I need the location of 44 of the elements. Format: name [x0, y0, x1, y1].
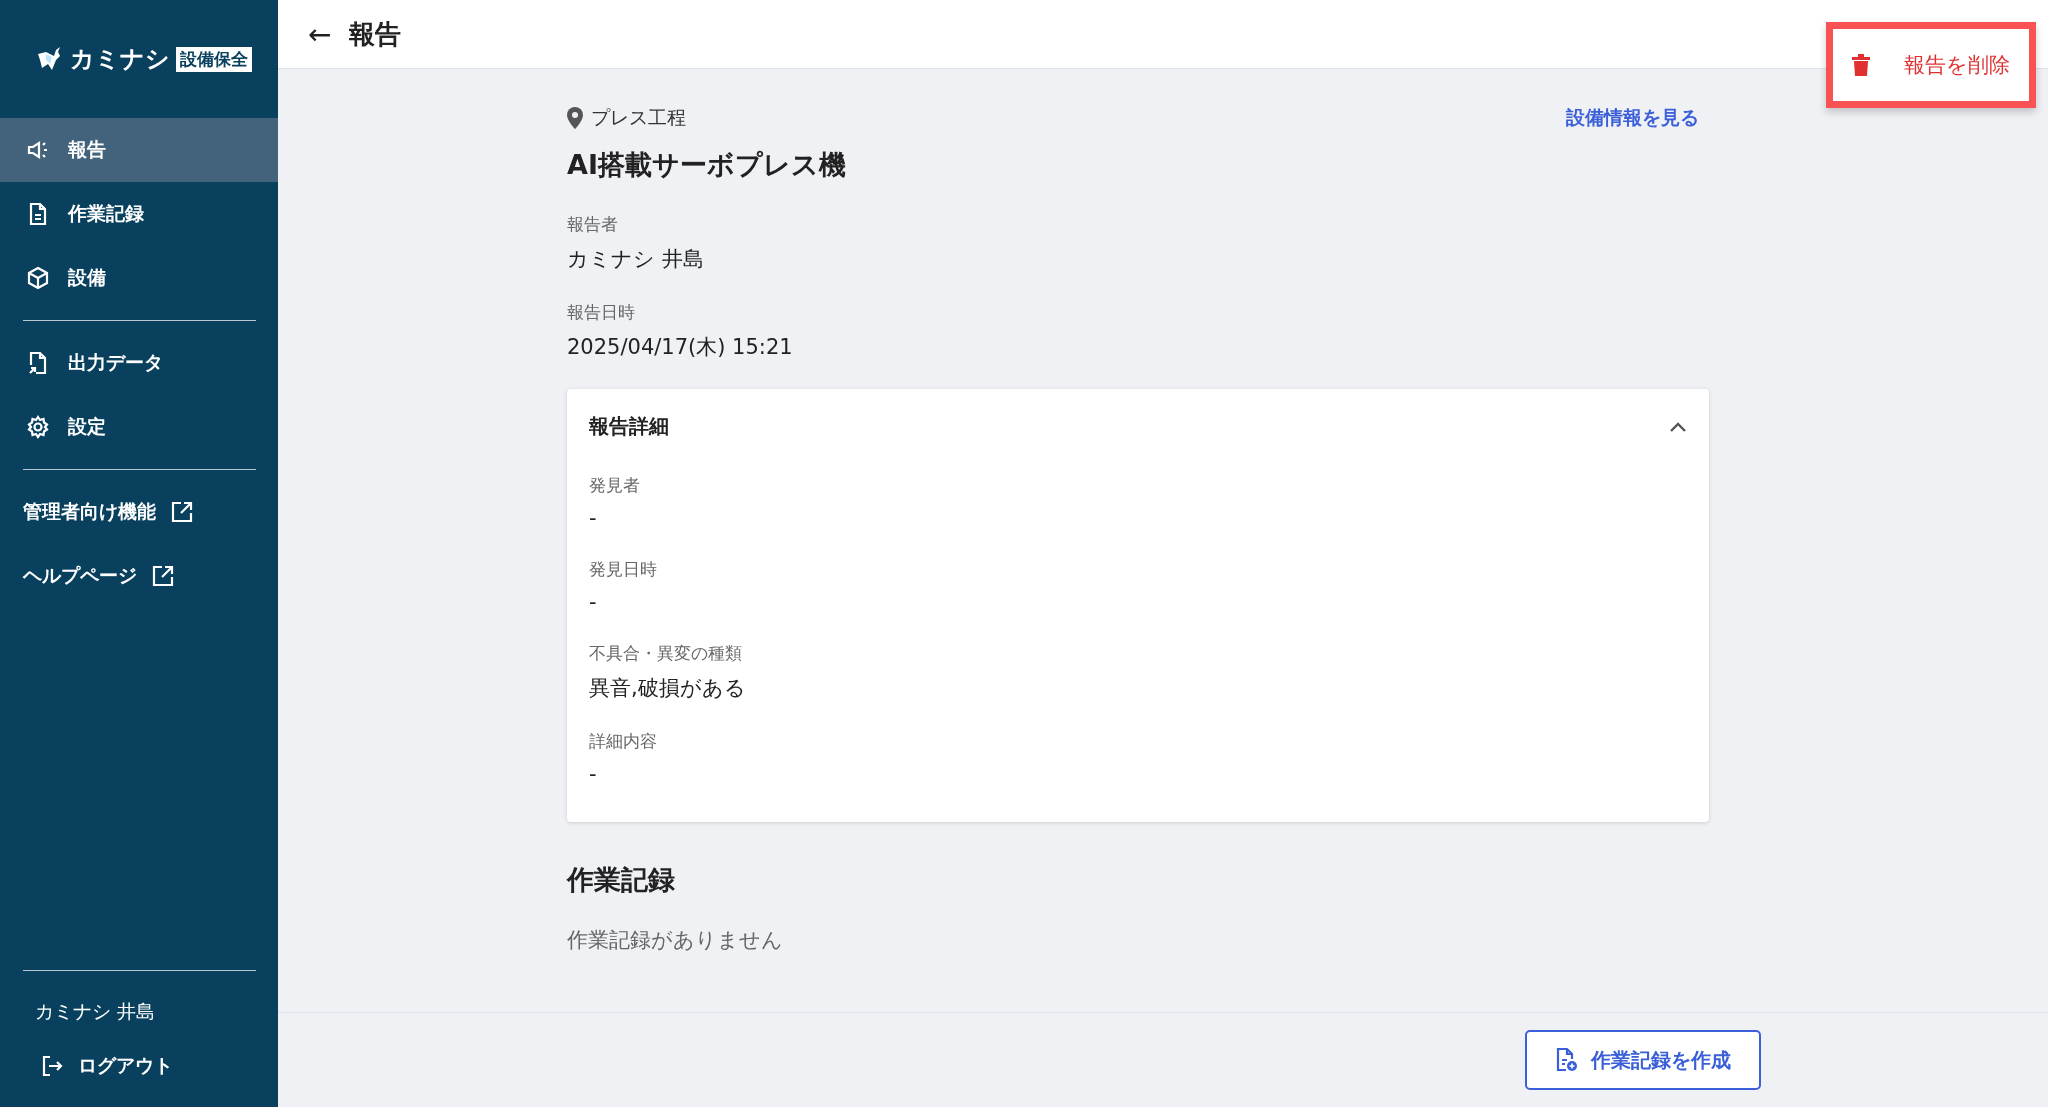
megaphone-icon	[26, 138, 50, 162]
field-label: 発見日時	[589, 558, 658, 581]
field-label: 不具合・異変の種類	[589, 642, 743, 665]
sidebar-item[interactable]: 出力データ	[0, 331, 278, 395]
equipment-info-link[interactable]: 設備情報を見る	[1566, 105, 1699, 131]
section-heading: 作業記録	[567, 863, 676, 897]
external-link-icon	[151, 564, 175, 588]
trash-icon	[1852, 54, 1870, 76]
back-button[interactable]: ←	[300, 17, 340, 51]
logo-text: カミナシ	[70, 44, 170, 75]
sidebar-link[interactable]: 管理者向け機能	[0, 480, 278, 544]
sidebar-item[interactable]: 報告	[0, 118, 278, 182]
card-title: 報告詳細	[589, 413, 669, 440]
page-title: 報告	[349, 17, 402, 51]
create-work-record-button[interactable]: 作業記録を作成	[1525, 1030, 1761, 1090]
field-value: -	[589, 506, 598, 530]
sidebar-item[interactable]: 設備	[0, 246, 278, 310]
cube-icon	[26, 266, 50, 290]
file-add-icon	[1555, 1047, 1579, 1073]
collapse-toggle[interactable]	[1669, 420, 1687, 433]
field-label: 報告者	[567, 213, 619, 236]
logout-link[interactable]: ログアウト	[0, 1043, 278, 1089]
field-label: 発見者	[589, 474, 641, 497]
field-value: -	[589, 590, 598, 614]
field-value: カミナシ 井島	[567, 246, 705, 273]
sidebar-link[interactable]: ヘルプページ	[0, 544, 278, 608]
location-pin-icon	[567, 107, 583, 129]
product-badge: 設備保全	[176, 46, 252, 72]
field-value: 異音,破損がある	[589, 675, 747, 702]
empty-message: 作業記録がありません	[567, 927, 784, 954]
field-label: 報告日時	[567, 301, 636, 324]
logout-icon	[40, 1054, 64, 1078]
chevron-icon	[1669, 420, 1687, 433]
field-value: 2025/04/17(木) 15:21	[567, 334, 794, 361]
sidebar-item[interactable]: 作業記録	[0, 182, 278, 246]
external-link-icon	[170, 500, 194, 524]
user-name: カミナシ 井島	[34, 999, 157, 1024]
settings-icon	[26, 415, 50, 439]
delete-button[interactable]: 報告を削除	[1826, 22, 2036, 108]
equipment-name: AI搭載サーボプレス機	[567, 148, 847, 182]
field-value: -	[589, 762, 598, 786]
field-label: 詳細内容	[589, 730, 658, 753]
location-text: プレス工程	[591, 105, 686, 130]
sidebar-item[interactable]: 設定	[0, 395, 278, 459]
